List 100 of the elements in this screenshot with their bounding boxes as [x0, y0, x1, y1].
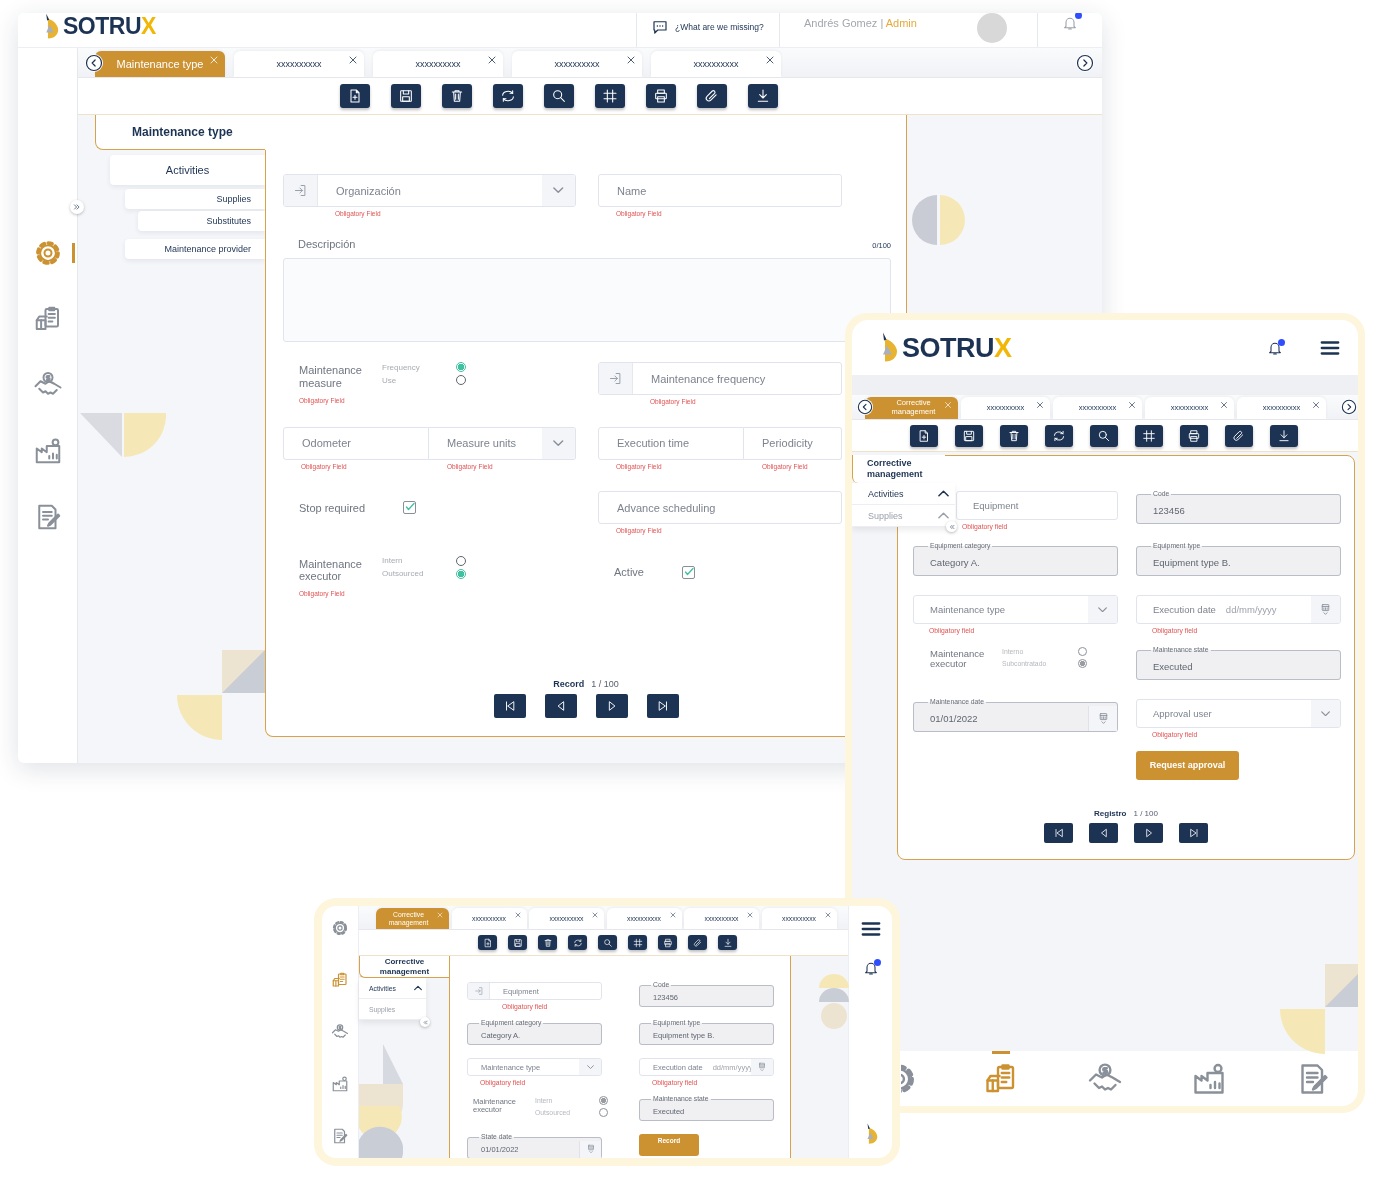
- record-label: Registro: [1094, 809, 1127, 818]
- tab[interactable]: xxxxxxxxxx: [651, 51, 781, 77]
- option-label: Use: [382, 375, 398, 385]
- delete-button[interactable]: [442, 84, 472, 108]
- search-button[interactable]: [1090, 424, 1118, 447]
- description-field[interactable]: [283, 258, 891, 343]
- input-field[interactable]: Name: [598, 174, 842, 207]
- next-record-button[interactable]: [595, 694, 628, 718]
- print-button[interactable]: [1180, 424, 1208, 447]
- previous-record-button[interactable]: [1089, 823, 1118, 843]
- last-record-button[interactable]: [1179, 823, 1208, 843]
- delete-button[interactable]: [538, 935, 557, 950]
- avatar: [977, 13, 1007, 43]
- close-icon: [436, 911, 444, 919]
- input-field[interactable]: Equipment: [956, 491, 1118, 520]
- tab[interactable]: Maintenance type: [95, 51, 225, 77]
- save-button[interactable]: [391, 84, 421, 108]
- attach-button[interactable]: [1225, 424, 1253, 447]
- last-record-button[interactable]: [646, 694, 679, 718]
- radio-button[interactable]: [456, 555, 466, 566]
- submenu-item[interactable]: Activities: [110, 155, 265, 185]
- calendar-icon: [585, 1144, 596, 1155]
- chevron-down-icon: [586, 1065, 594, 1070]
- primary-button[interactable]: Request approval: [1136, 751, 1239, 780]
- attach-button[interactable]: [688, 935, 707, 950]
- input-field[interactable]: Periodicity: [744, 426, 842, 460]
- dropdown-field[interactable]: Maintenance type: [913, 595, 1118, 624]
- chevron-up-icon: [938, 488, 949, 499]
- grid-button[interactable]: [595, 84, 625, 108]
- input-field[interactable]: Advance scheduling: [598, 491, 842, 525]
- dropdown-field[interactable]: Organización: [283, 174, 576, 207]
- grid-button[interactable]: [628, 935, 647, 950]
- feedback-link[interactable]: ¿What are we missing?: [675, 22, 764, 32]
- entry-icon: [608, 371, 623, 387]
- submenu-item[interactable]: Activities: [852, 483, 955, 505]
- next-record-button[interactable]: [1134, 823, 1163, 843]
- refresh-button[interactable]: [1045, 424, 1073, 447]
- download-button[interactable]: [1270, 424, 1298, 447]
- first-record-button[interactable]: [493, 694, 526, 718]
- input-field[interactable]: Odometer: [283, 426, 429, 460]
- scroll-left-button[interactable]: [85, 53, 103, 72]
- chevron-left-icon: [857, 399, 873, 415]
- chevron-up-icon: [414, 984, 422, 992]
- input-field[interactable]: Execution time: [598, 426, 744, 460]
- date-field[interactable]: Execution date dd/mm/yyyy: [1136, 595, 1341, 624]
- tab[interactable]: xxxxxxxxxx: [512, 51, 642, 77]
- user-name: Andrés Gomez | Admin: [804, 17, 917, 29]
- print-button[interactable]: [646, 84, 676, 108]
- scroll-right-button[interactable]: [1341, 399, 1357, 415]
- attach-button[interactable]: [697, 84, 727, 108]
- chevron-right-icon: [1076, 53, 1094, 72]
- dropdown-field[interactable]: Measure units: [429, 426, 576, 460]
- scroll-left-button[interactable]: [857, 399, 873, 415]
- delete-button[interactable]: [1000, 424, 1028, 447]
- refresh-button[interactable]: [568, 935, 587, 950]
- radio-button[interactable]: [456, 375, 466, 386]
- radio-button[interactable]: [456, 362, 466, 373]
- checkbox[interactable]: [681, 565, 695, 579]
- grid-button[interactable]: [1135, 424, 1163, 447]
- download-button[interactable]: [718, 935, 737, 950]
- entry-icon: [293, 183, 308, 198]
- close-icon: [347, 54, 359, 66]
- dropdown-field[interactable]: Approval user: [1136, 699, 1341, 728]
- submenu-item[interactable]: Maintenance provider: [125, 239, 265, 259]
- search-button[interactable]: [544, 84, 574, 108]
- option-label: Outsourced: [382, 569, 425, 579]
- first-record-button[interactable]: [1044, 823, 1073, 843]
- scroll-right-button[interactable]: [1076, 53, 1094, 72]
- double-chevron-icon: [947, 522, 956, 531]
- field-label: Descripción: [298, 238, 356, 251]
- save-button[interactable]: [955, 424, 983, 447]
- handshake-icon: [331, 1023, 349, 1041]
- submenu-item[interactable]: Supplies: [125, 189, 265, 209]
- checkbox[interactable]: [403, 501, 417, 515]
- tab[interactable]: xxxxxxxxxx: [373, 51, 503, 77]
- search-icon: [602, 937, 613, 948]
- save-button[interactable]: [508, 935, 527, 950]
- record-counter: 1 / 100: [1133, 809, 1158, 818]
- close-icon: [1035, 400, 1045, 410]
- field-label: Maintenance executor: [299, 556, 363, 582]
- submenu-item[interactable]: Substitutes: [138, 211, 265, 231]
- field-label: Stop required: [299, 501, 366, 514]
- tab[interactable]: xxxxxxxxxx: [234, 51, 364, 77]
- new-button[interactable]: [910, 424, 938, 447]
- chevron-down-icon: [553, 440, 564, 447]
- chat-icon: [651, 18, 669, 36]
- close-icon: [764, 54, 776, 66]
- chevron-down-icon: [1320, 710, 1331, 717]
- radio-button[interactable]: [456, 568, 466, 579]
- new-button[interactable]: [340, 84, 370, 108]
- input-field[interactable]: Maintenance frequency: [598, 362, 842, 396]
- refresh-button[interactable]: [493, 84, 523, 108]
- previous-record-button[interactable]: [544, 694, 577, 718]
- download-button[interactable]: [748, 84, 778, 108]
- paperclip-icon: [692, 937, 703, 948]
- record-label: Record: [553, 679, 585, 689]
- chevron-up-icon: [938, 510, 949, 521]
- new-button[interactable]: [478, 935, 497, 950]
- print-button[interactable]: [658, 935, 677, 950]
- search-button[interactable]: [598, 935, 617, 950]
